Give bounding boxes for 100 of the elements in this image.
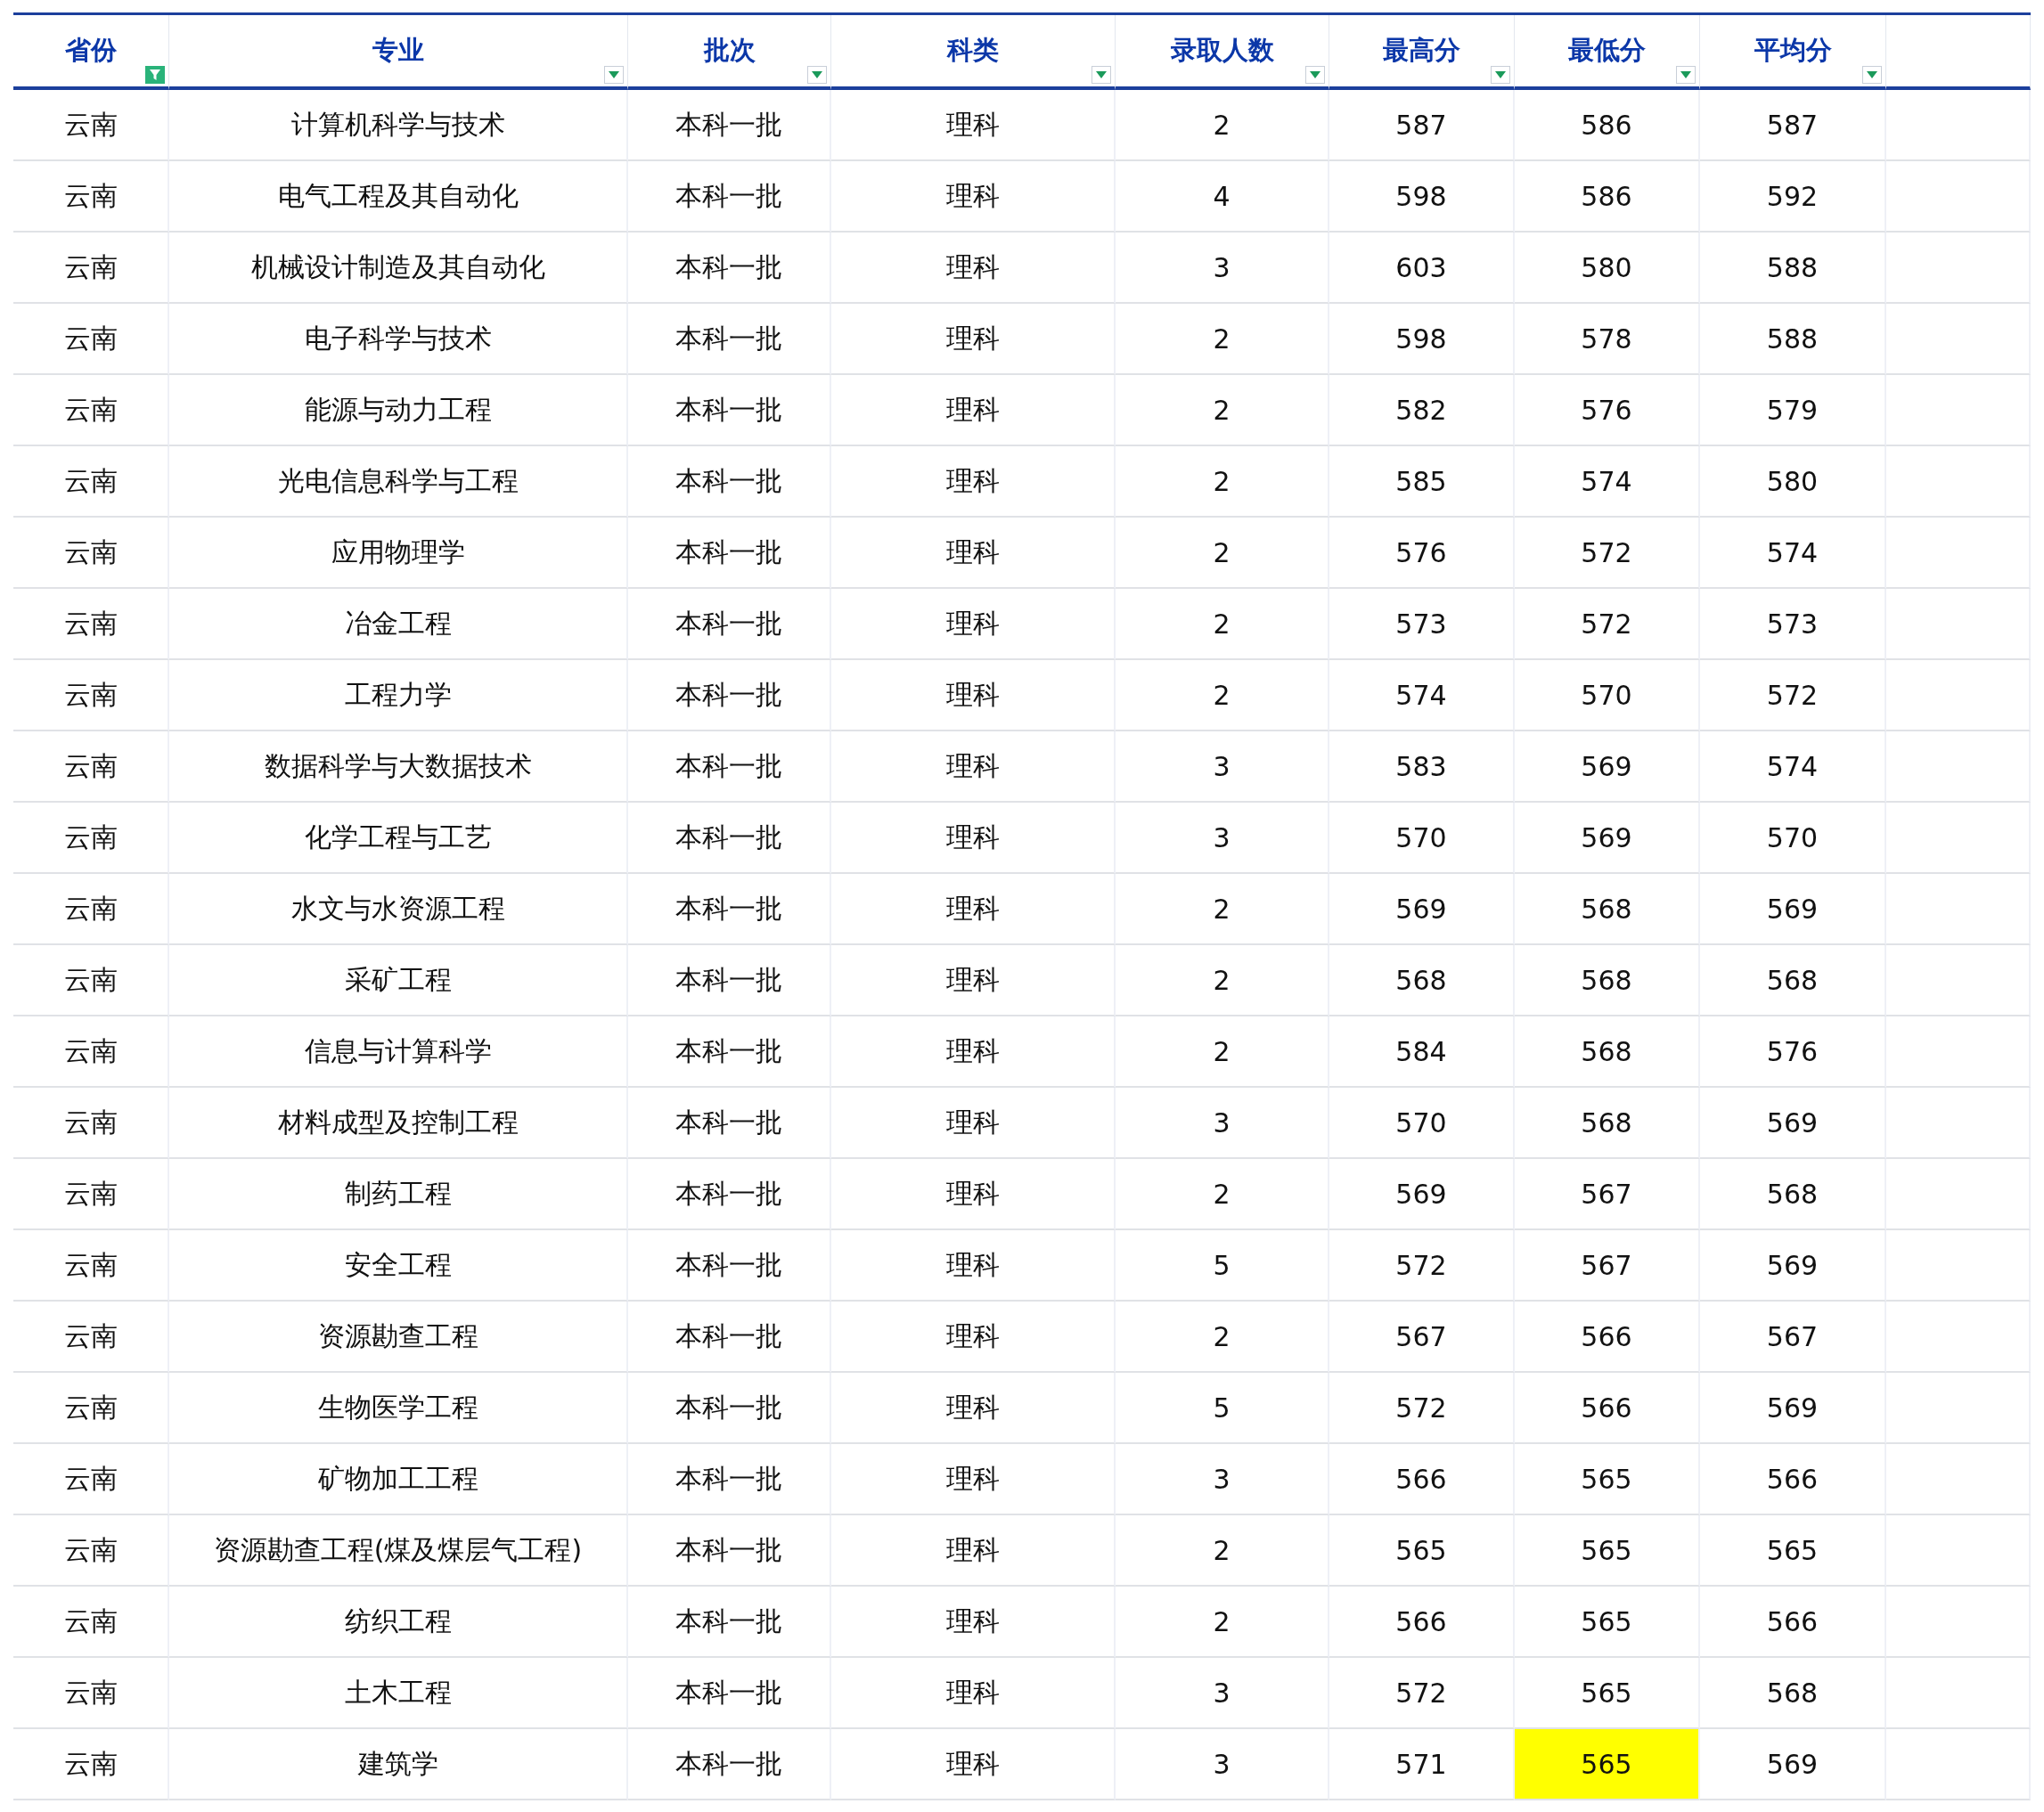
table-cell: 资源勘查工程 — [169, 1302, 628, 1373]
table-cell: 云南 — [13, 1230, 169, 1302]
table-cell: 565 — [1515, 1444, 1700, 1515]
table-cell: 587 — [1329, 90, 1515, 161]
table-cell: 理科 — [831, 446, 1116, 518]
table-cell: 567 — [1329, 1302, 1515, 1373]
table-cell: 理科 — [831, 1016, 1116, 1088]
table-cell: 云南 — [13, 90, 169, 161]
table-cell: 2 — [1116, 1302, 1329, 1373]
table-cell: 云南 — [13, 1088, 169, 1159]
table-cell: 2 — [1116, 1159, 1329, 1230]
filter-funnel-icon[interactable] — [145, 66, 165, 84]
table-cell: 本科一批 — [628, 874, 831, 945]
table-cell: 信息与计算科学 — [169, 1016, 628, 1088]
table-cell: 本科一批 — [628, 1729, 831, 1800]
table-cell: 计算机科学与技术 — [169, 90, 628, 161]
table-cell: 565 — [1515, 1587, 1700, 1658]
table-cell: 3 — [1116, 1444, 1329, 1515]
table-cell: 565 — [1515, 1658, 1700, 1729]
table-cell: 2 — [1116, 660, 1329, 731]
table-cell: 3 — [1116, 1658, 1329, 1729]
column-header-label: 平均分 — [1754, 34, 1832, 67]
table-cell: 603 — [1329, 233, 1515, 304]
table-cell: 566 — [1515, 1302, 1700, 1373]
table-cell: 理科 — [831, 1230, 1116, 1302]
table-cell: 569 — [1329, 874, 1515, 945]
column-header-label: 科类 — [947, 34, 999, 67]
table-cell: 569 — [1700, 1230, 1886, 1302]
table-cell: 569 — [1515, 803, 1700, 874]
table-cell: 2 — [1116, 589, 1329, 660]
table-cell: 本科一批 — [628, 233, 831, 304]
table-cell: 572 — [1515, 518, 1700, 589]
table-cell: 5 — [1116, 1230, 1329, 1302]
table-cell: 云南 — [13, 1515, 169, 1587]
column-header-label: 最低分 — [1568, 34, 1646, 67]
table-cell: 云南 — [13, 874, 169, 945]
table-cell: 理科 — [831, 1302, 1116, 1373]
table-cell: 云南 — [13, 803, 169, 874]
table-cell: 本科一批 — [628, 518, 831, 589]
table-cell: 本科一批 — [628, 1587, 831, 1658]
table-cell: 572 — [1329, 1373, 1515, 1444]
table-cell: 3 — [1116, 1729, 1329, 1800]
table-cell: 570 — [1515, 660, 1700, 731]
table-cell: 565 — [1515, 1729, 1700, 1800]
table-cell: 云南 — [13, 375, 169, 446]
table-cell: 本科一批 — [628, 1016, 831, 1088]
table-cell: 本科一批 — [628, 1302, 831, 1373]
table-cell: 云南 — [13, 161, 169, 233]
table-cell: 生物医学工程 — [169, 1373, 628, 1444]
table-cell: 568 — [1700, 945, 1886, 1016]
table-cell: 574 — [1329, 660, 1515, 731]
table-cell: 本科一批 — [628, 375, 831, 446]
table-cell: 资源勘查工程(煤及煤层气工程) — [169, 1515, 628, 1587]
table-cell: 理科 — [831, 375, 1116, 446]
table-cell: 572 — [1329, 1230, 1515, 1302]
table-cell: 574 — [1700, 731, 1886, 803]
table-cell: 565 — [1515, 1515, 1700, 1587]
table-cell: 568 — [1515, 945, 1700, 1016]
table-cell: 570 — [1329, 803, 1515, 874]
table-cell: 制药工程 — [169, 1159, 628, 1230]
table-cell: 本科一批 — [628, 1230, 831, 1302]
table-cell: 583 — [1329, 731, 1515, 803]
table-cell: 4 — [1116, 161, 1329, 233]
table-cell: 光电信息科学与工程 — [169, 446, 628, 518]
table-cell: 568 — [1700, 1159, 1886, 1230]
table-cell: 本科一批 — [628, 803, 831, 874]
table-cell: 572 — [1515, 589, 1700, 660]
table-cell: 586 — [1515, 90, 1700, 161]
table-cell: 588 — [1700, 233, 1886, 304]
table-cell: 安全工程 — [169, 1230, 628, 1302]
table-cell: 3 — [1116, 731, 1329, 803]
table-cell: 565 — [1329, 1515, 1515, 1587]
table-cell: 理科 — [831, 1444, 1116, 1515]
table-cell: 本科一批 — [628, 1373, 831, 1444]
table-cell: 573 — [1329, 589, 1515, 660]
column-header-label: 录取人数 — [1170, 34, 1274, 67]
table-cell: 理科 — [831, 1159, 1116, 1230]
table-cell: 本科一批 — [628, 945, 831, 1016]
table-cell: 566 — [1329, 1587, 1515, 1658]
table-cell: 2 — [1116, 518, 1329, 589]
table-cell: 582 — [1329, 375, 1515, 446]
table-cell: 理科 — [831, 945, 1116, 1016]
table-cell: 采矿工程 — [169, 945, 628, 1016]
table-cell: 云南 — [13, 1444, 169, 1515]
table-cell: 理科 — [831, 589, 1116, 660]
table-cell: 理科 — [831, 233, 1116, 304]
table-cell: 2 — [1116, 375, 1329, 446]
table-cell: 576 — [1329, 518, 1515, 589]
table-cell: 云南 — [13, 731, 169, 803]
table-cell: 理科 — [831, 1373, 1116, 1444]
table-cell: 568 — [1700, 1658, 1886, 1729]
table-cell: 本科一批 — [628, 1159, 831, 1230]
table-cell: 冶金工程 — [169, 589, 628, 660]
table-cell: 569 — [1700, 1088, 1886, 1159]
table-cell: 理科 — [831, 1515, 1116, 1587]
table-cell: 电子科学与技术 — [169, 304, 628, 375]
table-cell: 568 — [1515, 874, 1700, 945]
table-cell: 568 — [1329, 945, 1515, 1016]
table-cell: 579 — [1700, 375, 1886, 446]
table-cell: 本科一批 — [628, 304, 831, 375]
